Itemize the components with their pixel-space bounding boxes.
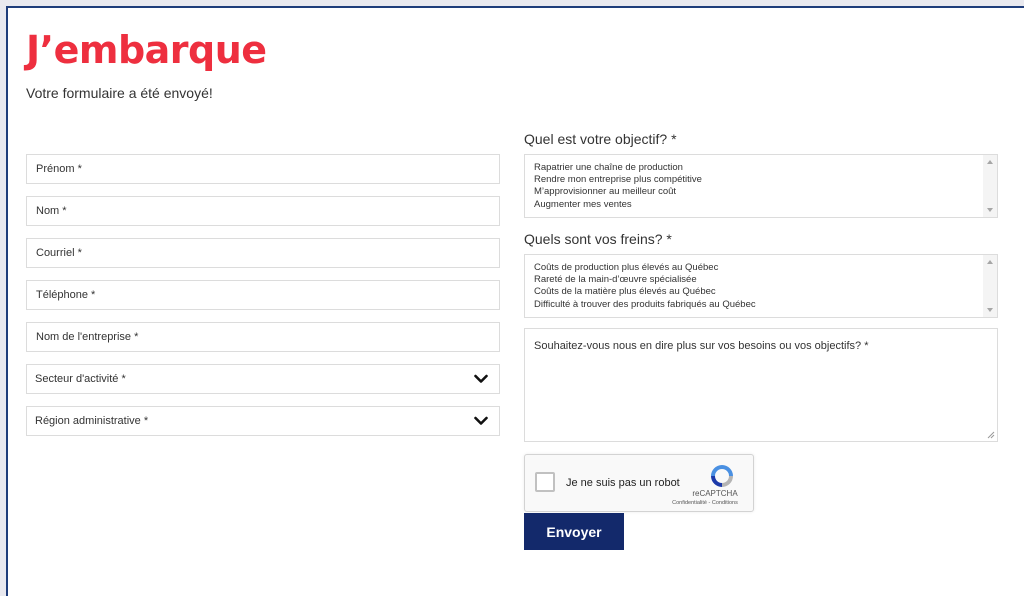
recaptcha-widget: Je ne suis pas un robot reCAPTCHA Confid… (524, 454, 754, 512)
recaptcha-logo-icon (711, 465, 733, 487)
obstacle-option[interactable]: Coûts de production plus élevés au Québe… (534, 262, 997, 274)
scroll-down-icon[interactable] (987, 208, 993, 212)
objective-scrollbar[interactable] (983, 155, 997, 217)
company-name-label: Nom de l'entreprise * (36, 331, 139, 343)
email-field[interactable]: Courriel * (26, 238, 500, 268)
objective-listbox[interactable]: Rapatrier une chaîne de production Rendr… (524, 154, 998, 218)
obstacles-question: Quels sont vos freins? * (524, 231, 672, 247)
phone-field[interactable]: Téléphone * (26, 280, 500, 310)
region-select[interactable]: Région administrative * (26, 406, 500, 436)
chevron-down-icon[interactable] (473, 413, 489, 429)
brand-logo: J’embarque (26, 28, 267, 72)
obstacles-scrollbar[interactable] (983, 255, 997, 317)
email-label: Courriel * (36, 247, 82, 259)
details-textarea[interactable]: Souhaitez-vous nous en dire plus sur vos… (524, 328, 998, 442)
recaptcha-terms-link[interactable]: Conditions (712, 500, 738, 506)
scroll-up-icon[interactable] (987, 160, 993, 164)
scroll-down-icon[interactable] (987, 308, 993, 312)
obstacle-option[interactable]: Coûts de la matière plus élevés au Québe… (534, 286, 997, 298)
obstacle-option[interactable]: Rareté de la main-d’œuvre spécialisée (534, 274, 997, 286)
last-name-field[interactable]: Nom * (26, 196, 500, 226)
region-select-label: Région administrative * (35, 415, 149, 427)
sector-select-label: Secteur d'activité * (35, 373, 126, 385)
scroll-up-icon[interactable] (987, 260, 993, 264)
recaptcha-label: Je ne suis pas un robot (566, 477, 680, 489)
details-placeholder: Souhaitez-vous nous en dire plus sur vos… (534, 340, 869, 352)
recaptcha-checkbox[interactable] (535, 472, 555, 492)
objective-option[interactable]: M’approvisionner au meilleur coût (534, 186, 997, 198)
company-name-field[interactable]: Nom de l'entreprise * (26, 322, 500, 352)
obstacle-option[interactable]: Difficulté à trouver des produits fabriq… (534, 299, 997, 311)
recaptcha-links: Confidentialité - Conditions (655, 500, 755, 506)
success-message: Votre formulaire a été envoyé! (26, 85, 213, 101)
objective-option[interactable]: Rapatrier une chaîne de production (534, 162, 997, 174)
phone-label: Téléphone * (36, 289, 96, 301)
submit-button[interactable]: Envoyer (524, 513, 624, 550)
obstacles-listbox[interactable]: Coûts de production plus élevés au Québe… (524, 254, 998, 318)
objective-question: Quel est votre objectif? * (524, 131, 677, 147)
first-name-label: Prénom * (36, 163, 82, 175)
recaptcha-privacy-link[interactable]: Confidentialité (672, 500, 707, 506)
objective-option[interactable]: Rendre mon entreprise plus compétitive (534, 174, 997, 186)
sector-select[interactable]: Secteur d'activité * (26, 364, 500, 394)
chevron-down-icon[interactable] (473, 371, 489, 387)
last-name-label: Nom * (36, 205, 67, 217)
resize-handle-icon[interactable] (987, 431, 995, 439)
first-name-field[interactable]: Prénom * (26, 154, 500, 184)
objective-option[interactable]: Augmenter mes ventes (534, 199, 997, 211)
recaptcha-brand: reCAPTCHA (692, 489, 738, 498)
